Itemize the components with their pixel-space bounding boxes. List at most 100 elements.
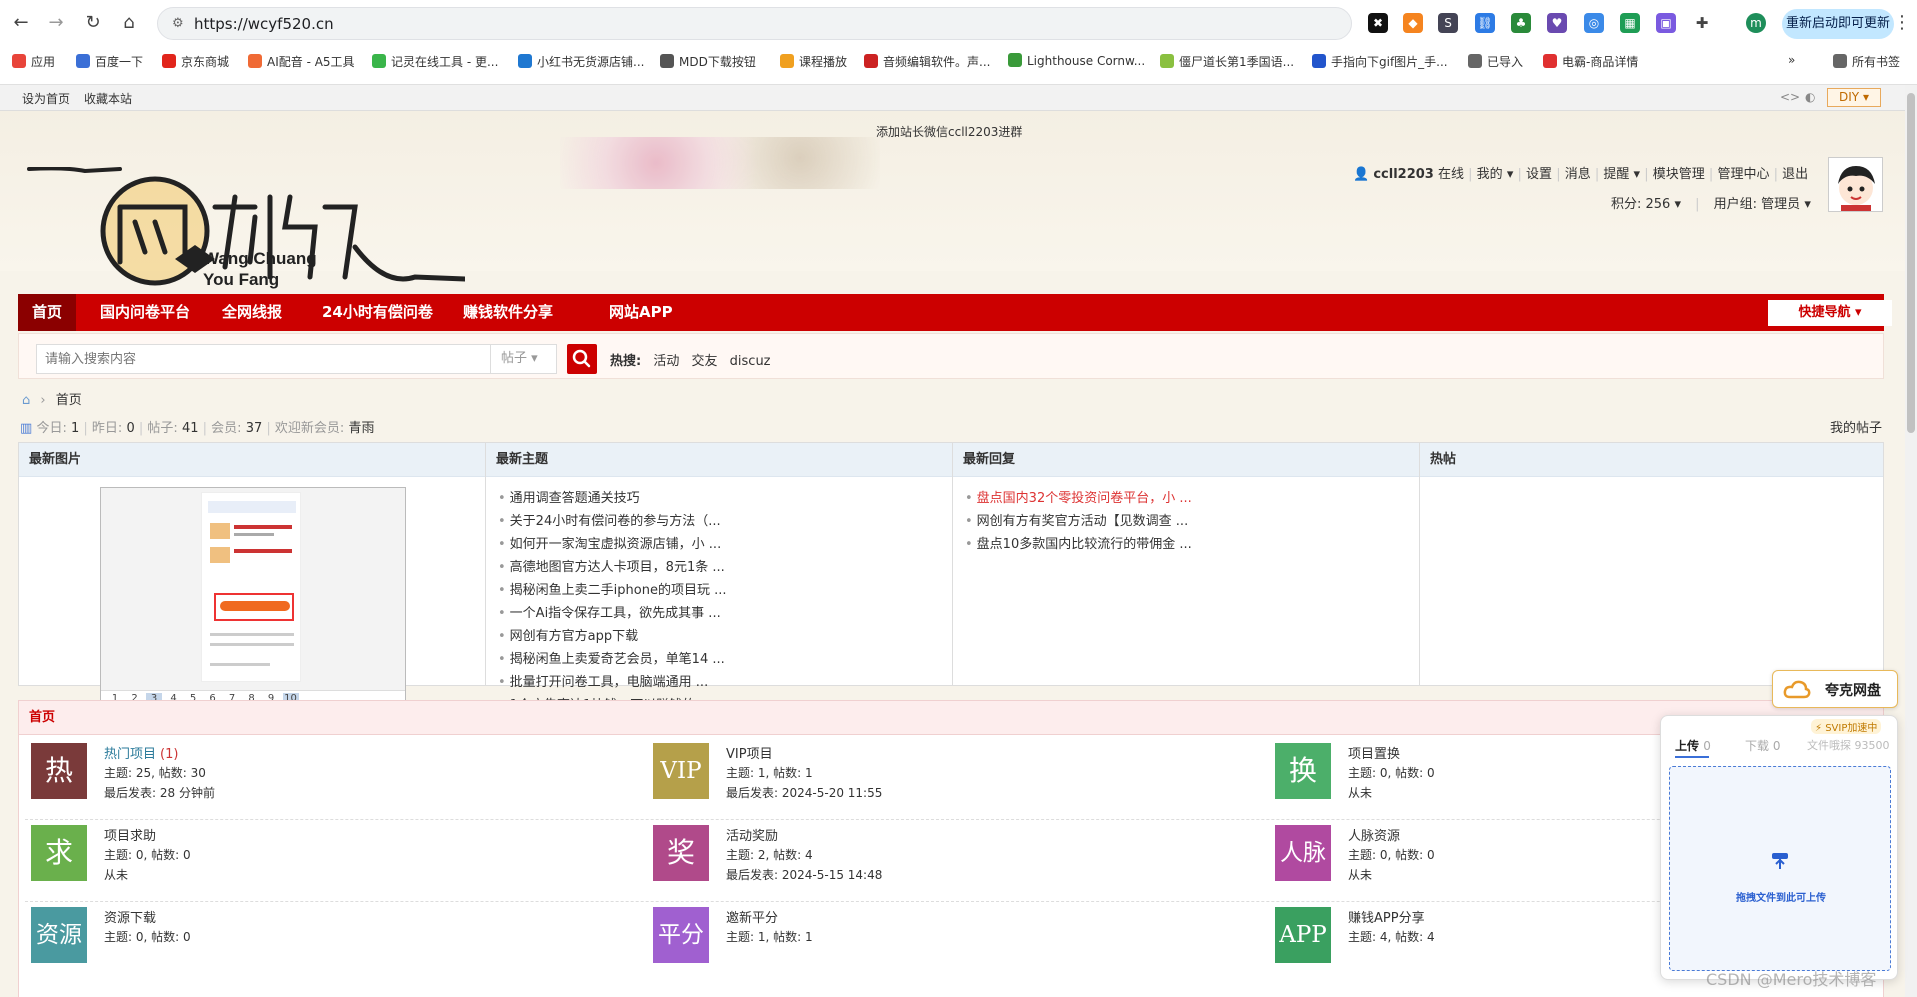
upload-tab[interactable]: 上传 0 — [1675, 737, 1711, 754]
forward-icon[interactable]: → — [43, 10, 69, 36]
logout-link[interactable]: 退出 — [1782, 167, 1808, 182]
user-avatar[interactable] — [1828, 157, 1883, 212]
list-item[interactable]: 批量打开问卷工具，电脑端通用 ... — [498, 671, 952, 694]
collapse-icon[interactable]: <> — [1780, 90, 1800, 104]
board-icon[interactable]: 换 — [1275, 743, 1331, 799]
bookmark-item[interactable]: 百度一下 — [76, 53, 143, 70]
board-icon[interactable]: APP — [1275, 907, 1331, 963]
list-item[interactable]: 网创有方官方app下载 — [498, 625, 952, 648]
page-scrollbar[interactable] — [1905, 85, 1917, 997]
slide-image[interactable] — [201, 492, 301, 682]
bookmark-item[interactable]: 记灵在线工具 - 更... — [372, 53, 498, 70]
site-logo[interactable]: Wang Chuang You Fang — [25, 167, 465, 297]
messages-link[interactable]: 消息 — [1565, 167, 1591, 182]
bookmark-item[interactable]: 应用 — [12, 53, 55, 70]
upload-dropzone[interactable]: 拖拽文件到此可上传 — [1669, 766, 1891, 971]
metamask-icon[interactable]: ◆ — [1403, 13, 1423, 33]
bookmark-item[interactable]: MDD下载按钮 — [660, 53, 756, 70]
bookmark-item[interactable]: AI配音 - A5工具 — [248, 53, 355, 70]
nav-item[interactable]: 首页 — [18, 294, 77, 331]
hot-word[interactable]: discuz — [730, 354, 771, 369]
set-home-link[interactable]: 设为首页 — [22, 90, 70, 107]
board-name-link[interactable]: VIP项目 — [726, 747, 773, 762]
extension-icon[interactable]: ✖ — [1368, 13, 1388, 33]
search-input[interactable] — [36, 344, 491, 374]
bookmark-item[interactable]: 僵尸道长第1季国语... — [1160, 53, 1294, 70]
reload-icon[interactable]: ↻ — [80, 10, 106, 36]
list-item[interactable]: 关于24小时有偿问卷的参与方法（... — [498, 510, 952, 533]
extension-circle-icon[interactable]: ◎ — [1584, 13, 1604, 33]
board-icon[interactable]: VIP — [653, 743, 709, 799]
hot-word[interactable]: 交友 — [692, 354, 718, 369]
bookmark-item[interactable]: 所有书签 — [1833, 53, 1900, 70]
nav-item[interactable]: 国内问卷平台 — [86, 294, 204, 331]
image-slideshow[interactable]: 1 2 3 4 5 6 7 8 9 10 — [100, 487, 406, 709]
bookmark-item[interactable]: 电霸-商品详情 — [1543, 53, 1638, 70]
nav-item[interactable]: 24小时有偿问卷 — [308, 294, 447, 331]
extension-s-icon[interactable]: S — [1438, 13, 1458, 33]
usergroup-menu[interactable]: 用户组: 管理员 ▾ — [1714, 197, 1811, 212]
username-link[interactable]: ccll2203 — [1373, 167, 1434, 182]
board-name-link[interactable]: 赚钱APP分享 — [1348, 911, 1425, 926]
palette-icon[interactable]: ◐ — [1805, 90, 1815, 104]
bookmark-item[interactable]: 手指向下gif图片_手... — [1312, 53, 1448, 70]
bookmark-item[interactable]: 京东商城 — [162, 53, 229, 70]
extension-leaf-icon[interactable]: ♣ — [1511, 13, 1531, 33]
bookmark-item[interactable]: 小红书无货源店铺... — [518, 53, 644, 70]
board-name-link[interactable]: 人脉资源 — [1348, 829, 1400, 844]
bookmark-item[interactable]: 音频编辑软件。声... — [864, 53, 990, 70]
list-item[interactable]: 盘点国内32个零投资问卷平台，小 ... — [965, 487, 1419, 510]
board-name-link[interactable]: 热门项目 — [104, 747, 156, 762]
nav-item[interactable]: 全网线报 — [208, 294, 296, 331]
board-icon[interactable]: 求 — [31, 825, 87, 881]
nav-item[interactable]: 赚钱软件分享 — [449, 294, 567, 331]
favorite-link[interactable]: 收藏本站 — [84, 90, 132, 107]
search-type-select[interactable]: 帖子 ▾ — [491, 344, 557, 374]
nav-item[interactable]: 网站APP — [595, 294, 687, 331]
bookmarks-overflow-icon[interactable]: » — [1788, 53, 1795, 67]
menu-kebab-icon[interactable]: ⋮ — [1892, 10, 1912, 36]
list-item[interactable]: 揭秘闲鱼上卖爱奇艺会员，单笔14 ... — [498, 648, 952, 671]
list-item[interactable]: 揭秘闲鱼上卖二手iphone的项目玩 ... — [498, 579, 952, 602]
board-icon[interactable]: 热 — [31, 743, 87, 799]
list-item[interactable]: 盘点10多款国内比较流行的带佣金 ... — [965, 533, 1419, 556]
profile-avatar[interactable]: m — [1746, 13, 1766, 33]
board-name-link[interactable]: 活动奖励 — [726, 829, 778, 844]
home-icon[interactable]: ⌂ — [116, 10, 142, 36]
breadcrumb-home[interactable]: 首页 — [56, 393, 82, 408]
list-item[interactable]: 通用调查答题通关技巧 — [498, 487, 952, 510]
back-icon[interactable]: ← — [8, 10, 34, 36]
list-item[interactable]: 高德地图官方达人卡项目，8元1条 ... — [498, 556, 952, 579]
site-info-icon[interactable]: ⚙ — [172, 16, 184, 31]
points-menu[interactable]: 积分: 256 ▾ — [1611, 197, 1681, 212]
board-name-link[interactable]: 资源下载 — [104, 911, 156, 926]
link-icon[interactable]: ⛓ — [1475, 13, 1495, 33]
list-item[interactable]: 网创有方有奖官方活动【见数调查 ... — [965, 510, 1419, 533]
new-member-link[interactable]: 青雨 — [348, 421, 374, 436]
settings-link[interactable]: 设置 — [1526, 167, 1552, 182]
quark-cloud-tab[interactable]: 夸克网盘 — [1772, 670, 1898, 708]
search-button[interactable] — [567, 344, 597, 374]
board-icon[interactable]: 资源 — [31, 907, 87, 963]
board-name-link[interactable]: 项目求助 — [104, 829, 156, 844]
module-manage-link[interactable]: 模块管理 — [1653, 167, 1705, 182]
quick-nav-button[interactable]: 快捷导航 ▾ — [1768, 300, 1892, 326]
extension-box-icon[interactable]: ▣ — [1656, 13, 1676, 33]
download-tab[interactable]: 下载 0 — [1745, 737, 1780, 754]
puzzle-icon[interactable]: ✚ — [1692, 13, 1712, 33]
extension-grid-icon[interactable]: ▦ — [1620, 13, 1640, 33]
remind-menu[interactable]: 提醒 ▾ — [1603, 167, 1640, 182]
list-item[interactable]: 一个Ai指令保存工具，欲先成其事 ... — [498, 602, 952, 625]
admin-center-link[interactable]: 管理中心 — [1717, 167, 1769, 182]
restart-update-button[interactable]: 重新启动即可更新 — [1782, 9, 1894, 39]
board-icon[interactable]: 平分 — [653, 907, 709, 963]
my-posts-link[interactable]: 我的帖子 — [1830, 417, 1882, 436]
hot-word[interactable]: 活动 — [653, 354, 679, 369]
home-icon[interactable]: ⌂ — [22, 393, 30, 408]
board-icon[interactable]: 人脉 — [1275, 825, 1331, 881]
board-name-link[interactable]: 邀新平分 — [726, 911, 778, 926]
board-name-link[interactable]: 项目置换 — [1348, 747, 1400, 762]
bookmark-item[interactable]: 课程播放 — [780, 53, 847, 70]
board-icon[interactable]: 奖 — [653, 825, 709, 881]
bookmark-item[interactable]: Lighthouse Cornw... — [1008, 53, 1145, 68]
